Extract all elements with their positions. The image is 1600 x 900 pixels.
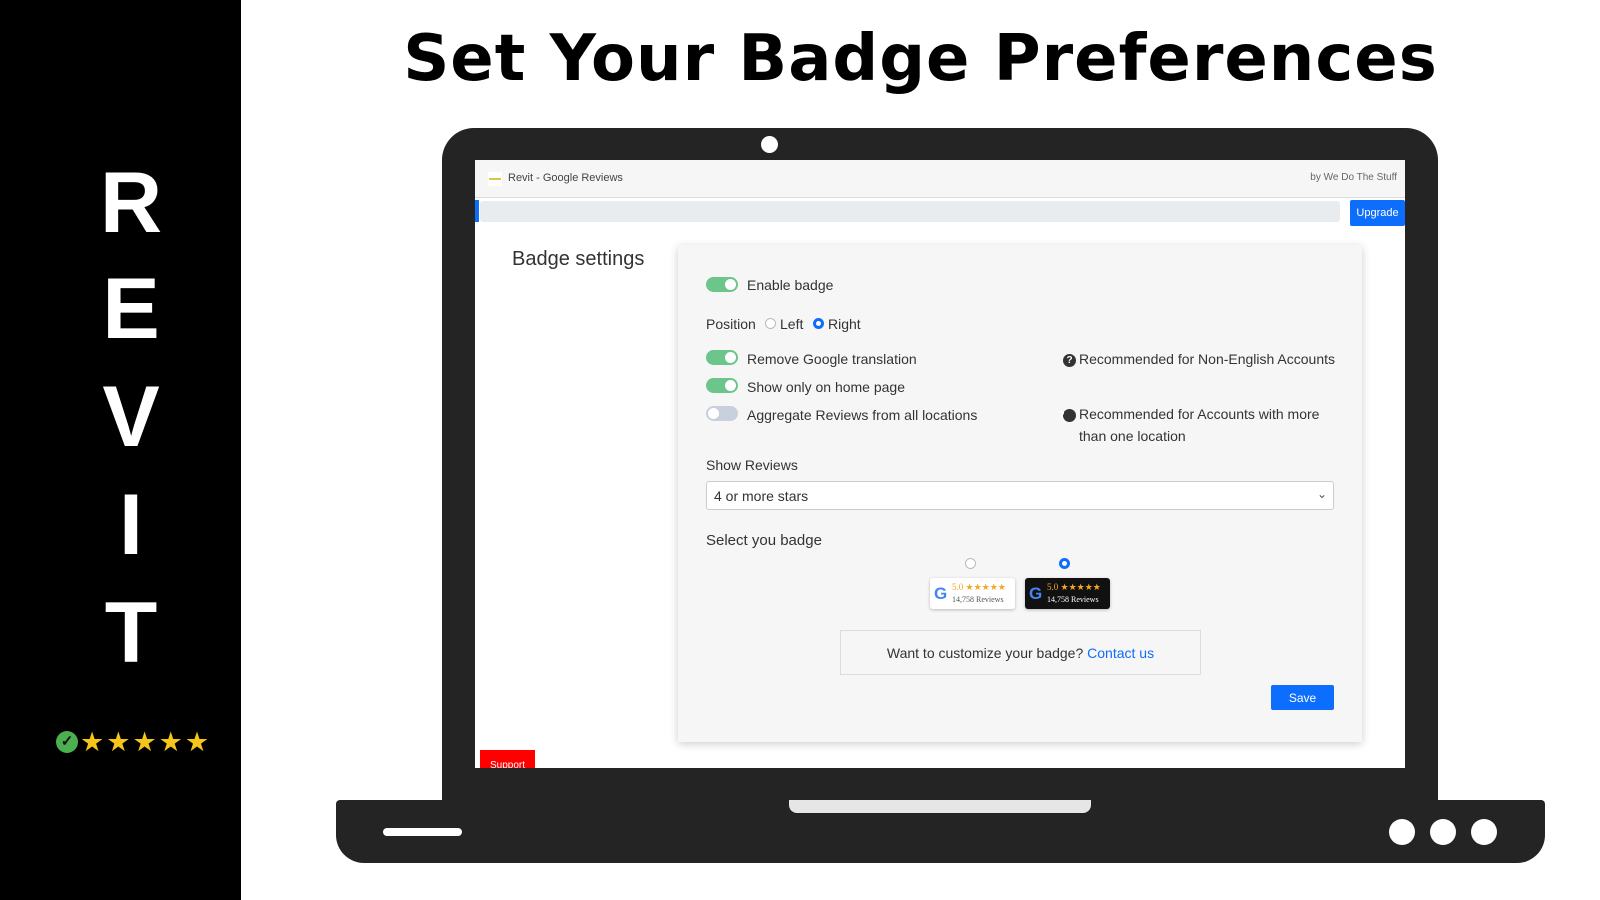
position-left-radio[interactable] xyxy=(765,318,776,329)
customize-box: Want to customize your badge? Contact us xyxy=(840,630,1201,675)
laptop-light xyxy=(1389,819,1415,845)
support-button[interactable]: Support xyxy=(480,750,535,768)
position-right-radio[interactable] xyxy=(813,318,824,329)
badge-rating: 5.0 ★★★★★ xyxy=(1047,582,1101,592)
star-icon: ★ xyxy=(158,727,183,757)
laptop-notch xyxy=(789,800,1091,813)
remove-translation-label: Remove Google translation xyxy=(747,351,917,367)
badge-count: 14,758 Reviews xyxy=(1047,595,1099,604)
laptop-slot xyxy=(383,828,462,836)
google-icon: G xyxy=(1029,584,1043,603)
aggregate-hint: ? Recommended for Accounts with more than… xyxy=(1058,403,1333,447)
app-author: by We Do The Stuff xyxy=(1310,172,1397,183)
brand-letter: T xyxy=(104,585,158,681)
laptop-light xyxy=(1471,819,1497,845)
badge-light-option[interactable]: G 5.0 ★★★★★ 14,758 Reviews xyxy=(930,578,1015,609)
contact-us-link[interactable]: Contact us xyxy=(1087,645,1154,661)
brand-letter: E xyxy=(102,261,160,357)
rating: ✓ ★ ★ ★ ★ ★ xyxy=(56,727,210,757)
star-icon: ★ xyxy=(106,727,131,757)
chevron-down-icon: ⌄ xyxy=(1316,487,1327,501)
app-logo-icon xyxy=(488,172,502,186)
badge-count: 14,758 Reviews xyxy=(952,595,1004,604)
check-circle-icon: ✓ xyxy=(56,731,78,753)
select-badge-label: Select you badge xyxy=(706,532,822,549)
position-label: Position xyxy=(706,316,756,332)
section-title: Badge settings xyxy=(512,248,645,270)
translation-hint: ? Recommended for Non-English Accounts xyxy=(1063,351,1335,367)
home-only-label: Show only on home page xyxy=(747,379,905,395)
enable-badge-label: Enable badge xyxy=(747,277,834,293)
home-only-toggle[interactable] xyxy=(706,378,738,393)
question-icon[interactable]: ? xyxy=(1063,354,1076,367)
brand-panel: R E V I T ✓ ★ ★ ★ ★ ★ xyxy=(0,0,241,900)
app-title: Revit - Google Reviews xyxy=(508,172,623,184)
camera-icon xyxy=(761,136,778,153)
customize-text: Want to customize your badge? xyxy=(886,645,1088,661)
badge-rating: 5.0 ★★★★★ xyxy=(952,582,1006,592)
brand-letter: V xyxy=(102,369,160,465)
position-left-label: Left xyxy=(780,316,804,332)
app-screen: Revit - Google Reviews by We Do The Stuf… xyxy=(475,160,1405,768)
remove-translation-toggle[interactable] xyxy=(706,350,738,365)
star-icon: ★ xyxy=(132,727,157,757)
upgrade-button[interactable]: Upgrade xyxy=(1350,200,1405,226)
nav-indicator xyxy=(475,200,479,222)
hint-text: Recommended for Accounts with more than … xyxy=(1079,406,1320,444)
star-icon: ★ xyxy=(184,727,210,757)
select-value: 4 or more stars xyxy=(714,488,809,504)
badge-light-radio[interactable] xyxy=(965,558,976,569)
brand-letter: R xyxy=(99,155,163,251)
aggregate-label: Aggregate Reviews from all locations xyxy=(747,407,978,423)
badge-dark-radio[interactable] xyxy=(1059,558,1070,569)
brand-letter: I xyxy=(119,477,143,573)
hint-text: Recommended for Non-English Accounts xyxy=(1079,351,1336,367)
settings-card: Enable badge Position Left Right Remove … xyxy=(678,245,1362,742)
position-right-label: Right xyxy=(828,316,861,332)
badge-dark-option[interactable]: G 5.0 ★★★★★ 14,758 Reviews xyxy=(1025,578,1110,609)
show-reviews-label: Show Reviews xyxy=(706,457,798,473)
aggregate-toggle[interactable] xyxy=(706,406,738,421)
app-header: Revit - Google Reviews by We Do The Stuf… xyxy=(475,160,1405,198)
page-heading: Set Your Badge Preferences xyxy=(403,22,1438,96)
star-icon: ★ xyxy=(80,727,105,757)
google-icon: G xyxy=(934,584,948,603)
show-reviews-select[interactable]: 4 or more stars ⌄ xyxy=(706,481,1334,510)
save-button[interactable]: Save xyxy=(1271,685,1334,710)
question-icon[interactable]: ? xyxy=(1058,409,1076,422)
nav-bar xyxy=(480,201,1340,222)
enable-badge-toggle[interactable] xyxy=(706,277,738,292)
laptop-light xyxy=(1430,819,1456,845)
